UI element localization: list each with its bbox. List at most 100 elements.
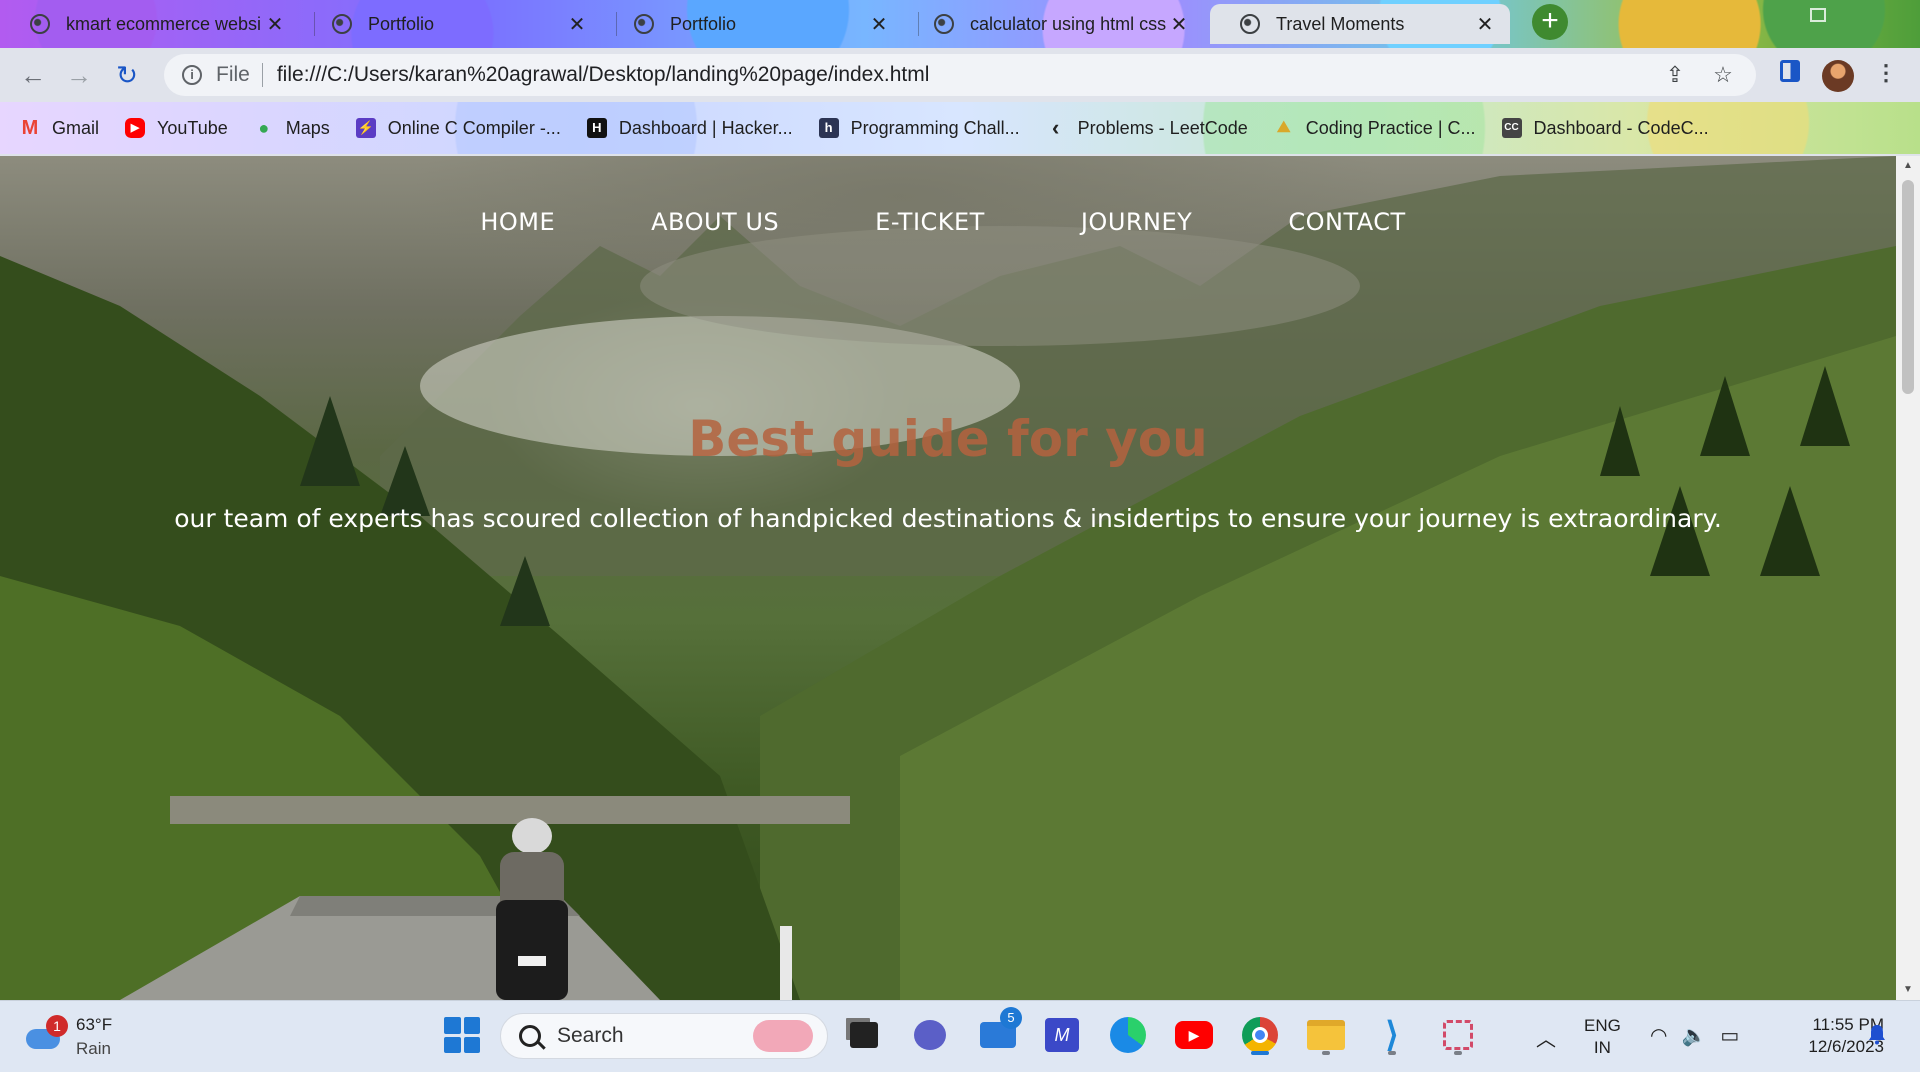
folder-icon bbox=[1307, 1020, 1345, 1050]
tab-title: Travel Moments bbox=[1276, 13, 1405, 34]
bookmark-programming-challenges[interactable]: h Programming Chall... bbox=[818, 117, 1020, 139]
language-code: ENG bbox=[1584, 1016, 1621, 1035]
scroll-up-arrow-icon[interactable]: ▲ bbox=[1896, 156, 1920, 176]
bookmark-codechef[interactable]: CC Dashboard - CodeC... bbox=[1501, 117, 1709, 139]
scrollbar-thumb[interactable] bbox=[1902, 180, 1914, 394]
profile-avatar[interactable] bbox=[1822, 60, 1854, 92]
new-tab-button[interactable]: + bbox=[1532, 4, 1568, 40]
running-app-indicator bbox=[1322, 1051, 1330, 1055]
compiler-icon: ⚡ bbox=[355, 118, 376, 138]
bookmark-youtube[interactable]: ▶ YouTube bbox=[125, 118, 228, 139]
scroll-down-arrow-icon[interactable]: ▼ bbox=[1896, 980, 1920, 1000]
tab-kmart[interactable]: kmart ecommerce websi ✕ bbox=[0, 4, 300, 44]
tab-calculator[interactable]: calculator using html css ✕ bbox=[904, 4, 1204, 44]
close-icon[interactable]: ✕ bbox=[264, 12, 286, 37]
system-tray[interactable]: ◠ 🔈 ▭ bbox=[1650, 1023, 1739, 1048]
forward-arrow-icon[interactable]: → bbox=[62, 58, 96, 92]
close-icon[interactable]: ✕ bbox=[566, 12, 588, 37]
leetcode-icon: ‹ bbox=[1051, 115, 1060, 140]
nav-e-ticket-link[interactable]: E-TICKET bbox=[875, 208, 985, 236]
hero-section: HOME ABOUT US E-TICKET JOURNEY CONTACT B… bbox=[0, 156, 1896, 1000]
chat-icon bbox=[914, 1020, 946, 1050]
youtube-icon: ▶ bbox=[125, 118, 146, 138]
hackerrank-icon: H bbox=[586, 118, 607, 138]
edge-button[interactable] bbox=[1106, 1013, 1150, 1057]
task-view-button[interactable] bbox=[842, 1013, 886, 1057]
tab-title: Portfolio bbox=[670, 13, 737, 34]
active-app-indicator bbox=[1251, 1051, 1269, 1055]
bookmark-label: Dashboard - CodeC... bbox=[1533, 117, 1709, 138]
window-restore-icon[interactable] bbox=[1810, 8, 1826, 22]
bookmark-gmail[interactable]: M Gmail bbox=[20, 118, 99, 139]
tab-strip: kmart ecommerce websi ✕ Portfolio ✕ Port… bbox=[0, 0, 1920, 48]
close-icon[interactable]: ✕ bbox=[1168, 12, 1190, 37]
practice-icon: ⛰ bbox=[1277, 119, 1291, 136]
input-language-indicator[interactable]: ENG IN bbox=[1584, 1015, 1621, 1059]
youtube-app-button[interactable]: ▶ bbox=[1172, 1013, 1216, 1057]
bookmark-hackerrank[interactable]: H Dashboard | Hacker... bbox=[586, 117, 793, 139]
bookmark-label: Dashboard | Hacker... bbox=[618, 117, 793, 138]
file-explorer-button[interactable] bbox=[1304, 1013, 1348, 1057]
nav-journey-link[interactable]: JOURNEY bbox=[1081, 208, 1193, 236]
divider bbox=[261, 63, 263, 87]
show-hidden-icons-chevron-up-icon[interactable]: ︿ bbox=[1536, 1023, 1556, 1052]
bookmark-star-icon[interactable]: ☆ bbox=[1708, 62, 1738, 88]
maps-icon: ● bbox=[258, 118, 270, 138]
close-icon[interactable]: ✕ bbox=[1474, 12, 1496, 37]
chrome-button[interactable] bbox=[1238, 1013, 1282, 1057]
tab-portfolio-1[interactable]: Portfolio ✕ bbox=[302, 4, 602, 44]
search-label: Search bbox=[557, 1024, 624, 1047]
hackerearth-icon: h bbox=[818, 118, 839, 138]
tab-portfolio-2[interactable]: Portfolio ✕ bbox=[604, 4, 904, 44]
gmail-icon: M bbox=[21, 117, 39, 139]
nav-contact-link[interactable]: CONTACT bbox=[1288, 208, 1405, 236]
taskbar-search[interactable]: Search bbox=[500, 1013, 828, 1059]
bookmark-coding-practice[interactable]: ⛰ Coding Practice | C... bbox=[1274, 118, 1475, 139]
weather-widget[interactable]: 1 63°F Rain bbox=[24, 1013, 112, 1061]
globe-icon bbox=[1240, 14, 1260, 34]
globe-icon bbox=[634, 14, 654, 34]
nav-about-us-link[interactable]: ABOUT US bbox=[651, 208, 779, 236]
reload-icon[interactable]: ↻ bbox=[110, 58, 144, 92]
bookmark-label: YouTube bbox=[157, 117, 228, 138]
volume-icon[interactable]: 🔈 bbox=[1681, 1023, 1706, 1048]
app-icon: M bbox=[1045, 1018, 1079, 1052]
start-button[interactable] bbox=[440, 1013, 484, 1057]
chrome-icon bbox=[1242, 1017, 1278, 1053]
vscode-button[interactable]: ⟩ bbox=[1370, 1013, 1414, 1057]
search-highlight-icon bbox=[753, 1020, 813, 1052]
tab-travel-moments[interactable]: Travel Moments ✕ bbox=[1210, 4, 1510, 44]
snipping-tool-button[interactable] bbox=[1436, 1013, 1480, 1057]
windows-taskbar: 1 63°F Rain Search 5 M ▶ ⟩ ︿ ENG IN ◠ 🔈 … bbox=[0, 1000, 1920, 1072]
bookmark-label: Programming Chall... bbox=[850, 117, 1020, 138]
menu-kebab-icon[interactable]: ⋮ bbox=[1870, 60, 1902, 86]
bookmark-leetcode[interactable]: ‹ Problems - LeetCode bbox=[1046, 115, 1248, 140]
nav-home-link[interactable]: HOME bbox=[480, 208, 555, 236]
site-navigation: HOME ABOUT US E-TICKET JOURNEY CONTACT bbox=[0, 208, 1896, 236]
edge-icon bbox=[1110, 1017, 1146, 1053]
globe-icon bbox=[332, 14, 352, 34]
hero-background-image bbox=[0, 156, 1896, 1000]
mail-button[interactable]: 5 bbox=[976, 1007, 1022, 1057]
whiteboard-app-button[interactable]: M bbox=[1040, 1013, 1084, 1057]
mail-count-badge: 5 bbox=[1000, 1007, 1022, 1029]
bookmark-label: Problems - LeetCode bbox=[1077, 117, 1248, 138]
teams-chat-button[interactable] bbox=[908, 1013, 952, 1057]
back-arrow-icon[interactable]: ← bbox=[16, 58, 50, 92]
bookmark-online-c-compiler[interactable]: ⚡ Online C Compiler -... bbox=[355, 118, 561, 139]
close-icon[interactable]: ✕ bbox=[868, 12, 890, 37]
share-icon[interactable]: ⇪ bbox=[1660, 62, 1690, 88]
page-scrollbar[interactable]: ▲ ▼ bbox=[1896, 156, 1920, 1000]
notification-bell-icon[interactable] bbox=[1866, 1023, 1888, 1045]
codechef-icon: CC bbox=[1501, 118, 1522, 138]
windows-logo-icon bbox=[444, 1017, 480, 1053]
address-bar[interactable]: i File file:///C:/Users/karan%20agrawal/… bbox=[164, 54, 1756, 96]
battery-icon[interactable]: ▭ bbox=[1720, 1023, 1739, 1048]
running-app-indicator bbox=[1388, 1051, 1396, 1055]
info-icon[interactable]: i bbox=[182, 65, 202, 85]
side-panel-icon[interactable] bbox=[1774, 60, 1806, 88]
url-text[interactable]: file:///C:/Users/karan%20agrawal/Desktop… bbox=[277, 63, 1642, 87]
tab-title: Portfolio bbox=[368, 13, 435, 34]
wifi-icon[interactable]: ◠ bbox=[1650, 1023, 1667, 1048]
bookmark-maps[interactable]: ● Maps bbox=[254, 118, 329, 139]
